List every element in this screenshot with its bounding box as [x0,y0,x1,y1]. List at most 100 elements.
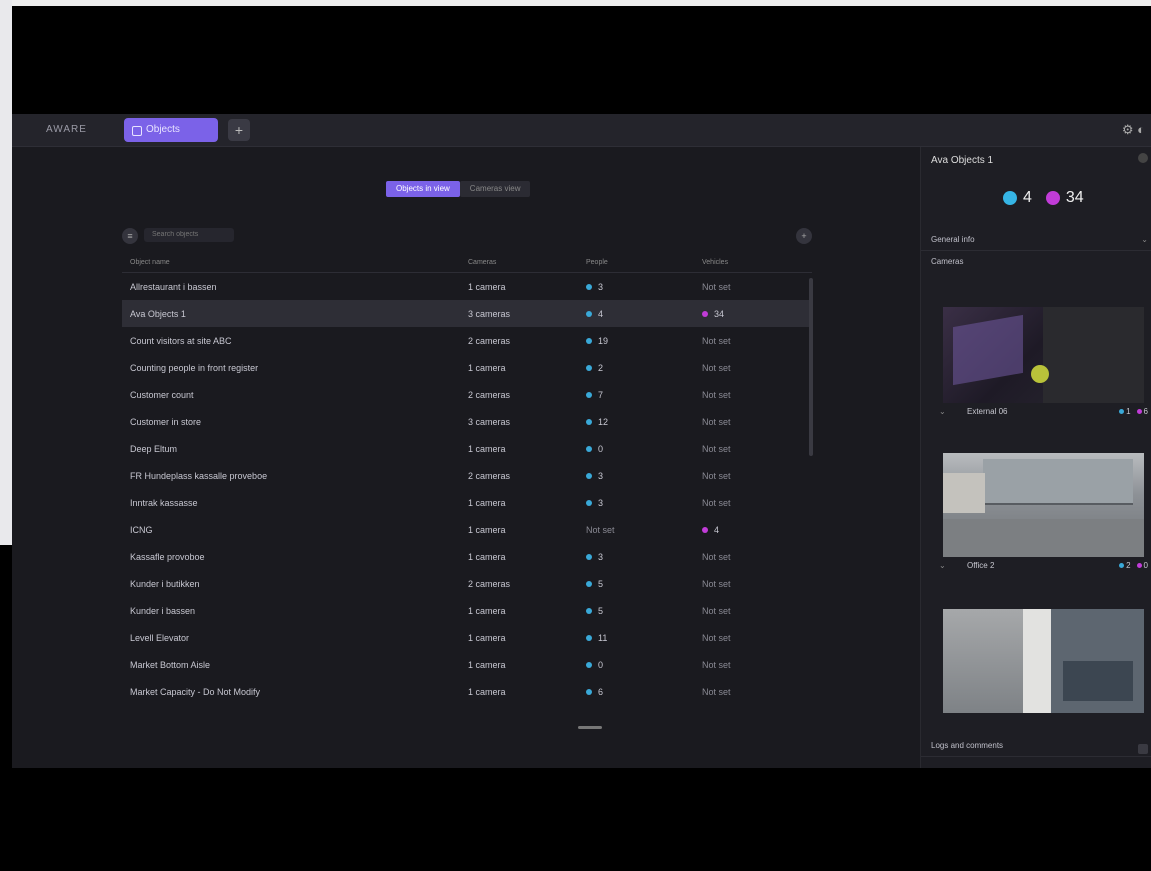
vehicles-value: Not set [702,470,731,481]
section-cameras-label: Cameras [931,257,964,266]
header-object-name[interactable]: Object name [122,254,468,272]
vehicles-value: Not set [702,578,731,589]
cell-cameras: 1 camera [468,632,506,643]
people-value: 19 [598,335,609,346]
cell-people: 3 [586,471,702,481]
people-value: 3 [598,281,604,292]
camera-vehicle-count: 6 [1143,407,1148,416]
people-value: 7 [598,389,604,400]
close-icon[interactable] [1138,153,1148,163]
cell-cameras: 1 camera [468,497,506,508]
toggle-objects-view[interactable]: Objects in view [386,181,460,197]
cell-people: Not set [586,525,702,535]
camera-stats: 1 6 [1119,407,1148,416]
camera-header-3[interactable]: ⌄ Office 2 2 0 [929,559,1151,575]
table-row[interactable]: Market Capacity - Do Not Modify 1 camera 6… [122,678,812,705]
cell-people: 0 [586,444,702,454]
cell-object-name: Kassafle provoboe [130,551,205,562]
cell-cameras: 1 camera [468,281,506,292]
people-dot-icon [586,499,592,506]
cell-people: 3 [586,498,702,508]
section-general-info[interactable]: General info ⌄ [921,229,1151,251]
people-value: 5 [598,605,604,616]
topbar-icons: ⚙ ◐ [1122,122,1145,138]
table-row[interactable]: Ava Objects 1 3 cameras 4 34 [122,300,812,327]
cell-vehicles: 4 [702,525,812,535]
cell-object-name: Allrestaurant i bassen [130,281,217,292]
cell-object-name: Customer count [130,389,194,400]
table-row[interactable]: Kassafle provoboe 1 camera 3 Not set [122,543,812,570]
cell-vehicles: Not set [702,660,812,670]
filter-icon[interactable]: ≡ [122,228,138,244]
table-row[interactable]: Market Bottom Aisle 1 camera 0 Not set [122,651,812,678]
cell-cameras: 2 cameras [468,578,511,589]
people-value: 5 [598,578,604,589]
table-row[interactable]: Deep Eltum 1 camera 0 Not set [122,435,812,462]
table-row[interactable]: Kunder i butikken 2 cameras 5 Not set [122,570,812,597]
camera-feed-3[interactable] [943,609,1144,713]
people-dot-icon [586,337,592,344]
tab-objects[interactable]: Objects [124,118,218,142]
people-dot-icon [586,688,592,695]
toggle-cameras-view[interactable]: Cameras view [459,181,531,197]
cell-vehicles: Not set [702,444,812,454]
objects-table: Object name Cameras People Vehicles Allr… [122,254,812,705]
table-row[interactable]: Customer count 2 cameras 7 Not set [122,381,812,408]
camera-vehicle-count: 0 [1143,561,1148,570]
people-dot-icon [586,418,592,425]
table-row[interactable]: Customer in store 3 cameras 12 Not set [122,408,812,435]
table-row[interactable]: Allrestaurant i bassen 1 camera 3 Not set [122,273,812,300]
camera-feed-2[interactable] [943,453,1144,557]
cell-object-name: FR Hundeplass kassalle proveboe [130,470,268,481]
table-row[interactable]: Count visitors at site ABC 2 cameras 19 Not… [122,327,812,354]
section-logs[interactable]: Logs and comments ⌄ [921,735,1151,757]
user-icon[interactable]: ◐ [1137,122,1145,137]
add-tab-button[interactable]: + [228,119,250,141]
camera-feed-1[interactable] [943,307,1144,403]
search-input[interactable] [144,228,234,242]
vehicles-value: 34 [714,308,725,319]
horizontal-scrollbar[interactable] [578,726,602,729]
vehicle-icon [1136,563,1142,568]
table-row[interactable]: ICNG 1 camera Not set 4 [122,516,812,543]
cell-object-name: ICNG [130,524,153,535]
cell-people: 4 [586,309,702,319]
add-object-icon[interactable]: + [796,228,812,244]
table-row[interactable]: Counting people in front register 1 camer… [122,354,812,381]
table-scrollbar[interactable] [809,278,813,456]
table-row[interactable]: Inntrak kassasse 1 camera 3 Not set [122,489,812,516]
people-dot-icon [586,310,592,317]
header-cameras[interactable]: Cameras [468,254,586,272]
cell-people: 12 [586,417,702,427]
vehicle-dot-icon [702,526,708,533]
cell-vehicles: Not set [702,579,812,589]
top-white-strip [0,0,1151,6]
settings-icon[interactable]: ⚙ [1122,122,1134,137]
cell-vehicles: Not set [702,390,812,400]
header-people[interactable]: People [586,254,702,272]
vehicle-dot-icon [702,310,708,317]
feed-scene [953,314,1023,386]
vehicles-value: Not set [702,335,731,346]
cell-vehicles: 34 [702,309,812,319]
people-dot-icon [586,634,592,641]
cell-people: 3 [586,282,702,292]
cell-vehicles: Not set [702,606,812,616]
people-value: 3 [598,470,604,481]
cell-object-name: Count visitors at site ABC [130,335,232,346]
table-row[interactable]: Kunder i bassen 1 camera 5 Not set [122,597,812,624]
app-window: AWARE Objects + ⚙ ◐ Objects in view Came… [12,114,1151,768]
header-vehicles[interactable]: Vehicles [702,254,812,272]
people-dot-icon [586,445,592,452]
table-row[interactable]: FR Hundeplass kassalle proveboe 2 cameras… [122,462,812,489]
people-dot-icon [586,283,592,290]
section-cameras[interactable]: Cameras [921,251,1151,273]
camera-header-2[interactable]: ⌄ External 06 1 6 [929,405,1151,421]
vehicle-icon [1136,409,1142,414]
expand-icon[interactable] [1138,744,1148,754]
table-body: Allrestaurant i bassen 1 camera 3 Not set Av… [122,273,812,705]
cell-cameras: 1 camera [468,605,506,616]
table-row[interactable]: Levell Elevator 1 camera 11 Not set [122,624,812,651]
left-white-strip [0,0,12,545]
people-value: 0 [598,443,604,454]
